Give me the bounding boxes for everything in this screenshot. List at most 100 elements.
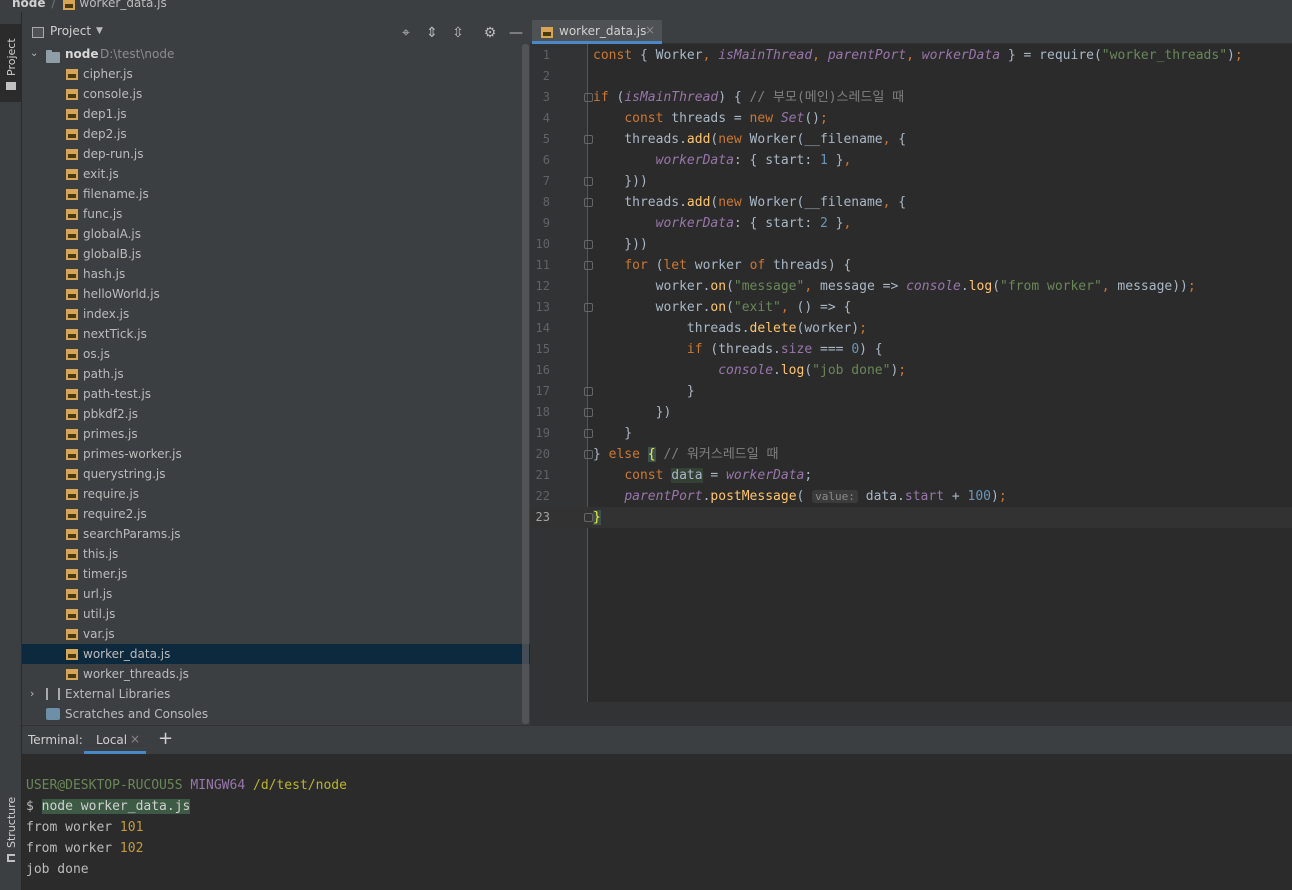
project-tool-tab[interactable]: Project (0, 24, 22, 102)
tree-file-item[interactable]: var.js (22, 624, 530, 644)
tree-external-libraries[interactable]: › External Libraries (22, 684, 530, 704)
fold-marker-icon[interactable] (584, 450, 593, 459)
tree-file-item[interactable]: primes-worker.js (22, 444, 530, 464)
js-file-icon (65, 347, 79, 361)
code-line[interactable]: 7 })) (530, 171, 1292, 192)
code-line[interactable]: 8 threads.add(new Worker(__filename, { (530, 192, 1292, 213)
tree-file-item[interactable]: require2.js (22, 504, 530, 524)
tree-file-item[interactable]: globalA.js (22, 224, 530, 244)
fold-marker-icon[interactable] (584, 261, 593, 270)
fold-marker-icon[interactable] (584, 177, 593, 186)
tree-file-item[interactable]: path.js (22, 364, 530, 384)
close-icon[interactable]: × (645, 23, 655, 37)
line-number: 16 (535, 363, 550, 377)
tree-file-item[interactable]: hash.js (22, 264, 530, 284)
code-line[interactable]: 21 const data = workerData; (530, 465, 1292, 486)
code-line[interactable]: 18 }) (530, 402, 1292, 423)
tree-root-node[interactable]: ⌄ node D:\test\node (22, 44, 530, 64)
code-text: worker.on("exit", () => { (593, 300, 852, 315)
tree-file-item[interactable]: exit.js (22, 164, 530, 184)
tree-file-item[interactable]: nextTick.js (22, 324, 530, 344)
chevron-down-icon[interactable]: ▼ (96, 26, 103, 36)
tree-file-item[interactable]: url.js (22, 584, 530, 604)
code-line[interactable]: 11 for (let worker of threads) { (530, 255, 1292, 276)
tree-file-label: exit.js (83, 167, 119, 181)
chevron-down-icon[interactable]: ⌄ (30, 44, 38, 64)
code-line[interactable]: 19 } (530, 423, 1292, 444)
add-icon[interactable]: + (158, 728, 173, 749)
tree-file-label: cipher.js (83, 67, 133, 81)
code-line[interactable]: 3 if (isMainThread) { // 부모(메인)스레드일 때 (530, 87, 1292, 108)
code-line[interactable]: 4 const threads = new Set(); (530, 108, 1292, 129)
tree-file-item[interactable]: dep2.js (22, 124, 530, 144)
tree-file-item[interactable]: func.js (22, 204, 530, 224)
tree-file-item[interactable]: index.js (22, 304, 530, 324)
tree-file-item[interactable]: util.js (22, 604, 530, 624)
breadcrumb-root[interactable]: node (12, 0, 46, 10)
minimize-icon[interactable]: — (506, 23, 526, 43)
fold-marker-icon[interactable] (584, 408, 593, 417)
breadcrumb-file[interactable]: worker_data.js (79, 0, 166, 10)
collapse-all-icon[interactable]: ⇳ (448, 23, 468, 43)
tree-file-item[interactable]: this.js (22, 544, 530, 564)
line-number: 15 (535, 342, 550, 356)
fold-marker-icon[interactable] (584, 387, 593, 396)
code-line[interactable]: 6 workerData: { start: 1 }, (530, 150, 1292, 171)
code-line[interactable]: 16 console.log("job done"); (530, 360, 1292, 381)
tree-file-item[interactable]: console.js (22, 84, 530, 104)
fold-marker-icon[interactable] (584, 93, 593, 102)
prompt-user: USER@DESKTOP-RUCOU5S (26, 778, 183, 793)
tree-file-item[interactable]: timer.js (22, 564, 530, 584)
structure-tool-tab[interactable]: Structure (0, 790, 22, 878)
code-line[interactable]: 20} else { // 워커스레드일 때 (530, 444, 1292, 465)
tree-file-item[interactable]: querystring.js (22, 464, 530, 484)
fold-marker-icon[interactable] (584, 303, 593, 312)
code-line[interactable]: 14 threads.delete(worker); (530, 318, 1292, 339)
editor-tab-worker-data[interactable]: worker_data.js × (532, 20, 662, 44)
tree-file-item[interactable]: globalB.js (22, 244, 530, 264)
code-text: workerData: { start: 1 }, (655, 153, 852, 168)
tree-scratches[interactable]: Scratches and Consoles (22, 704, 530, 724)
code-line[interactable]: 5 threads.add(new Worker(__filename, { (530, 129, 1292, 150)
fold-marker-icon[interactable] (584, 240, 593, 249)
tree-file-item[interactable]: os.js (22, 344, 530, 364)
gear-icon[interactable]: ⚙ (480, 23, 500, 43)
tree-file-item[interactable]: cipher.js (22, 64, 530, 84)
project-tool-label: Project (5, 38, 18, 76)
line-number: 6 (542, 153, 550, 167)
project-view-selector[interactable]: Project (50, 24, 91, 38)
chevron-right-icon[interactable]: › (30, 684, 34, 704)
tree-file-item[interactable]: path-test.js (22, 384, 530, 404)
code-line[interactable]: 9 workerData: { start: 2 }, (530, 213, 1292, 234)
tree-file-item[interactable]: searchParams.js (22, 524, 530, 544)
code-line[interactable]: 12 worker.on("message", message => conso… (530, 276, 1292, 297)
fold-marker-icon[interactable] (584, 198, 593, 207)
tree-file-item[interactable]: pbkdf2.js (22, 404, 530, 424)
fold-marker-icon[interactable] (584, 135, 593, 144)
expand-all-icon[interactable]: ⇕ (422, 23, 442, 43)
close-icon[interactable]: × (130, 732, 140, 746)
fold-marker-icon[interactable] (584, 513, 593, 522)
code-line[interactable]: 2 (530, 66, 1292, 87)
tree-file-item[interactable]: worker_data.js (22, 644, 530, 664)
code-line[interactable]: 13 worker.on("exit", () => { (530, 297, 1292, 318)
project-scrollbar[interactable] (522, 44, 529, 724)
tree-file-label: url.js (83, 587, 113, 601)
code-line[interactable]: 15 if (threads.size === 0) { (530, 339, 1292, 360)
tree-file-item[interactable]: filename.js (22, 184, 530, 204)
code-line[interactable]: 17 } (530, 381, 1292, 402)
code-line[interactable]: 1 const { Worker, isMainThread, parentPor… (530, 45, 1292, 66)
tree-file-item[interactable]: dep1.js (22, 104, 530, 124)
tree-file-item[interactable]: dep-run.js (22, 144, 530, 164)
tree-file-item[interactable]: primes.js (22, 424, 530, 444)
locate-icon[interactable]: ⌖ (396, 23, 416, 43)
fold-marker-icon[interactable] (584, 429, 593, 438)
code-line[interactable]: 10 })) (530, 234, 1292, 255)
code-line[interactable]: 23} (530, 507, 1292, 528)
tree-file-item[interactable]: worker_threads.js (22, 664, 530, 684)
code-line[interactable]: 22 parentPort.postMessage( value: data.s… (530, 486, 1292, 507)
tree-file-item[interactable]: helloWorld.js (22, 284, 530, 304)
terminal-command-line[interactable]: $ node worker_data.js (26, 796, 191, 817)
terminal-tab-local[interactable]: Local × (84, 728, 146, 754)
tree-file-item[interactable]: require.js (22, 484, 530, 504)
